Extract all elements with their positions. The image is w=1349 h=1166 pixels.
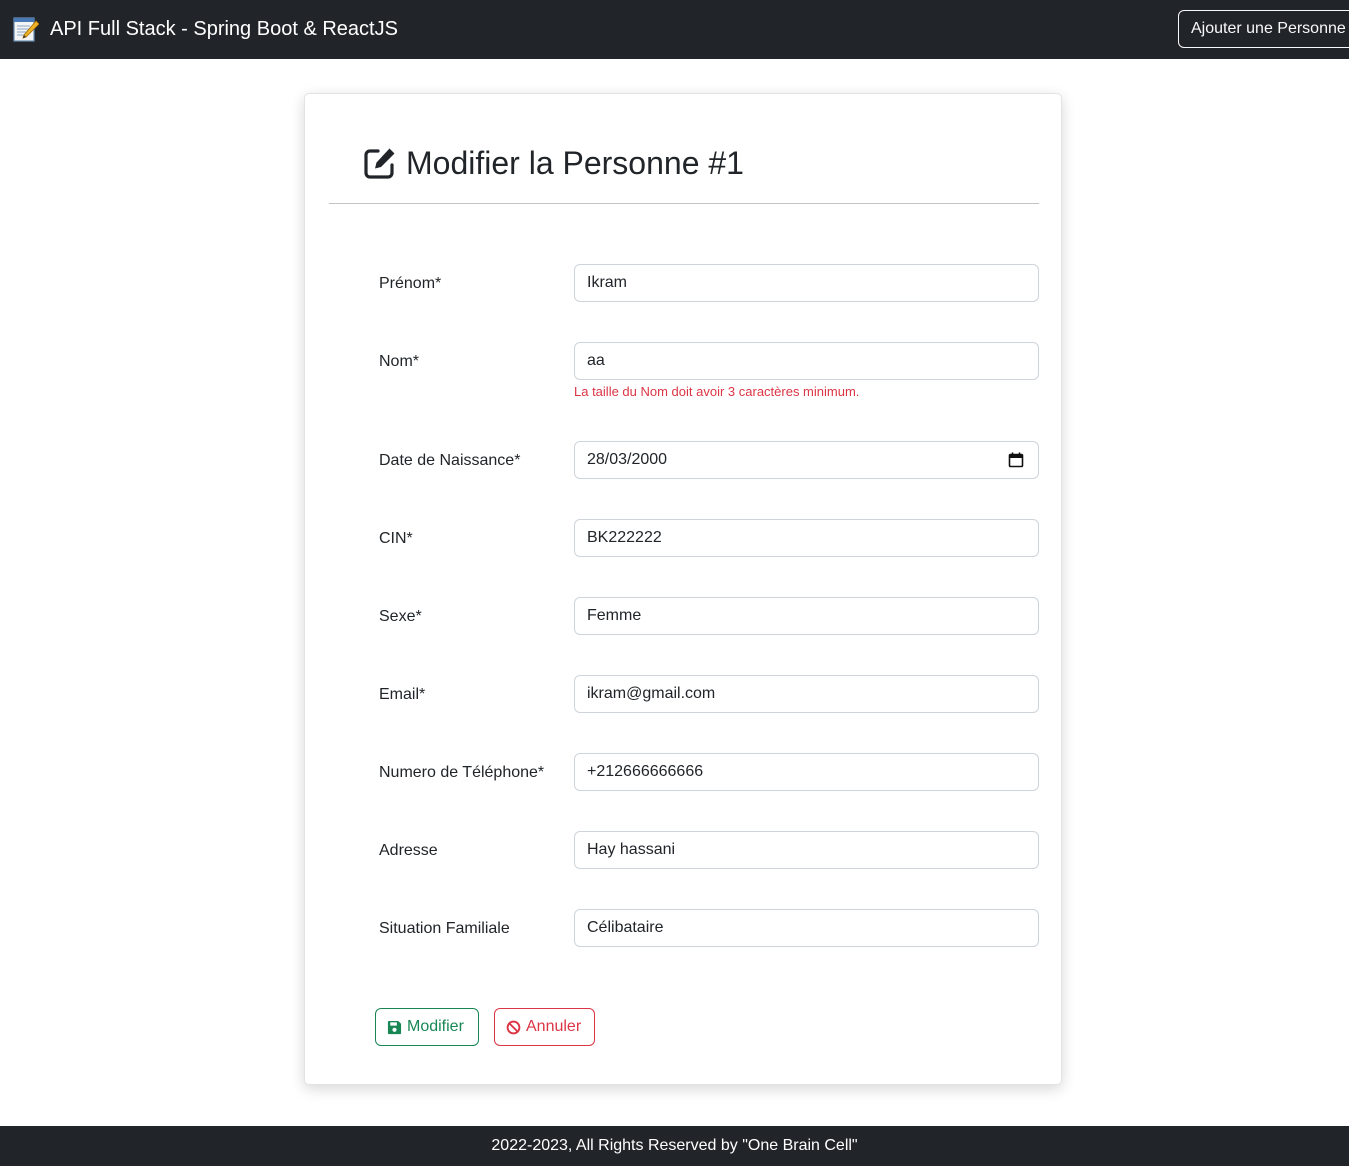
cin-label: CIN* (379, 530, 413, 547)
address-label: Adresse (379, 842, 438, 859)
first-name-label: Prénom* (379, 275, 442, 292)
footer: 2022-2023, All Rights Reserved by "One B… (0, 1126, 1349, 1166)
sex-input[interactable] (574, 597, 1039, 635)
modify-button[interactable]: Modifier (375, 1008, 479, 1046)
calendar-icon[interactable] (1008, 452, 1024, 468)
add-person-button[interactable]: Ajouter une Personne (1178, 10, 1349, 48)
notepad-pencil-icon (13, 15, 40, 43)
last-name-label: Nom* (379, 353, 420, 370)
address-input[interactable] (574, 831, 1039, 869)
birth-date-label: Date de Naissance* (379, 452, 521, 469)
marital-status-input[interactable] (574, 909, 1039, 947)
cancel-button-label: Annuler (526, 1018, 582, 1035)
save-icon (387, 1020, 402, 1034)
edit-icon (363, 146, 397, 180)
email-label: Email* (379, 686, 426, 703)
phone-input[interactable] (574, 753, 1039, 791)
last-name-error: La taille du Nom doit avoir 3 caractères… (574, 384, 860, 399)
edit-person-card: Modifier la Personne #1 Prénom* Nom* La … (304, 93, 1062, 1085)
sex-label: Sexe* (379, 608, 422, 625)
cin-input[interactable] (574, 519, 1039, 557)
email-input[interactable] (574, 675, 1039, 713)
first-name-input[interactable] (574, 264, 1039, 302)
cancel-button[interactable]: Annuler (494, 1008, 595, 1046)
modify-button-label: Modifier (407, 1018, 464, 1035)
footer-text: 2022-2023, All Rights Reserved by "One B… (491, 1137, 858, 1154)
navbar: API Full Stack - Spring Boot & ReactJS A… (0, 0, 1349, 59)
page-title: Modifier la Personne #1 (406, 145, 744, 181)
marital-status-label: Situation Familiale (379, 920, 510, 937)
birth-date-input[interactable] (574, 441, 1039, 479)
phone-label: Numero de Téléphone* (379, 764, 545, 781)
ban-icon (506, 1020, 521, 1034)
brand-title[interactable]: API Full Stack - Spring Boot & ReactJS (50, 17, 398, 41)
last-name-input[interactable] (574, 342, 1039, 380)
title-divider (329, 203, 1039, 204)
